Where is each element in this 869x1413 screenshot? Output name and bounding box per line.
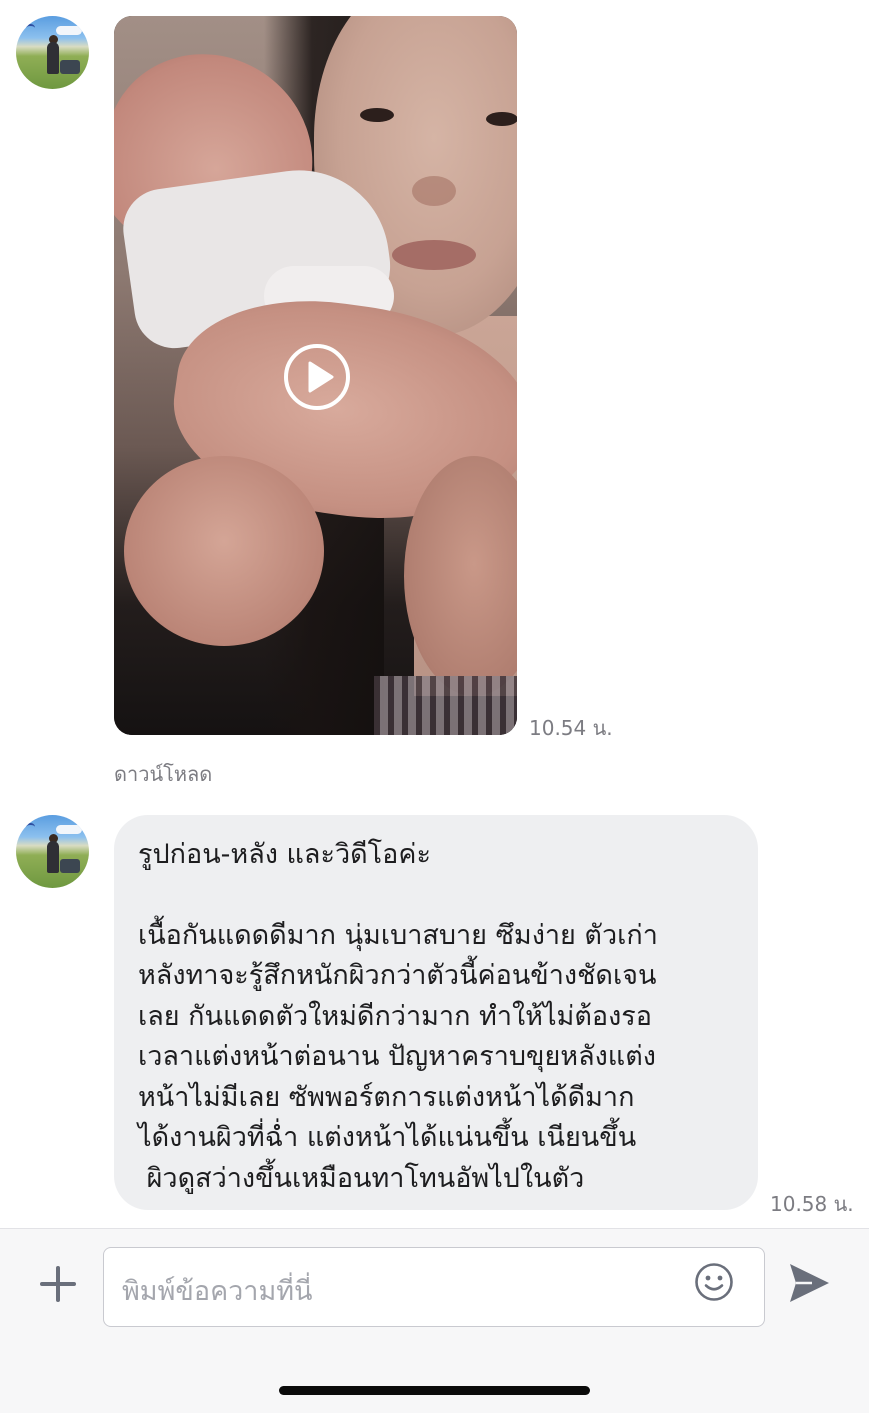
- avatar-cloud: [56, 26, 82, 35]
- message-line: เนื้อกันแดดดีมาก นุ่มเบาสบาย ซึมง่าย ตัว…: [138, 919, 658, 951]
- video-finger-bottom: [124, 456, 324, 646]
- avatar-person: [47, 841, 59, 873]
- home-indicator[interactable]: [279, 1386, 590, 1395]
- play-button[interactable]: [284, 344, 350, 410]
- message-line: หน้าไม่มีเลย ซัพพอร์ตการแต่งหน้าได้ดีมาก: [138, 1081, 635, 1113]
- avatar-stroller: [60, 60, 80, 74]
- message-input[interactable]: [120, 1270, 684, 1312]
- message-input-bar: [0, 1228, 869, 1413]
- text-message-bubble[interactable]: รูปก่อน-หลัง และวิดีโอค่ะ เนื้อกันแดดดีม…: [114, 815, 758, 1210]
- message-field[interactable]: [103, 1247, 765, 1327]
- avatar-stroller: [60, 859, 80, 873]
- message-line: เวลาแต่งหน้าต่อนาน ปัญหาคราบขุยหลังแต่ง: [138, 1041, 656, 1072]
- video-right-eye: [486, 112, 517, 126]
- video-left-eye: [360, 108, 394, 122]
- text-timestamp: 10.58 น.: [770, 1192, 854, 1216]
- message-line: ได้งานผิวที่ฉ่ำ แต่งหน้าได้แน่นขึ้น เนีย…: [138, 1122, 637, 1153]
- avatar-cloud: [56, 825, 82, 834]
- send-button[interactable]: [786, 1260, 832, 1306]
- play-icon: [308, 361, 334, 393]
- emoji-button[interactable]: [694, 1262, 734, 1302]
- message-line: รูปก่อน-หลัง และวิดีโอค่ะ: [138, 839, 431, 870]
- avatar-logo: [26, 823, 35, 831]
- video-message[interactable]: [114, 16, 517, 735]
- plus-icon[interactable]: [38, 1264, 78, 1304]
- video-plaid-shirt: [374, 676, 517, 735]
- video-nose: [412, 176, 456, 206]
- smiley-icon: [695, 1263, 733, 1301]
- video-lips: [392, 240, 476, 270]
- sender-avatar[interactable]: [16, 16, 89, 89]
- message-line: เลย กันแดดตัวใหม่ดีกว่ามาก ทำให้ไม่ต้องร…: [138, 1000, 652, 1032]
- video-timestamp: 10.54 น.: [529, 716, 613, 740]
- avatar-logo: [26, 24, 35, 32]
- avatar-person: [47, 42, 59, 74]
- message-line: หลังทาจะรู้สึกหนักผิวกว่าตัวนี้ค่อนข้างช…: [138, 960, 657, 991]
- sender-avatar[interactable]: [16, 815, 89, 888]
- send-icon: [790, 1264, 829, 1302]
- download-link[interactable]: ดาวน์โหลด: [114, 758, 212, 790]
- message-line: ผิวดูสว่างขึ้นเหมือนทาโทนอัพไปในตัว: [138, 1162, 585, 1194]
